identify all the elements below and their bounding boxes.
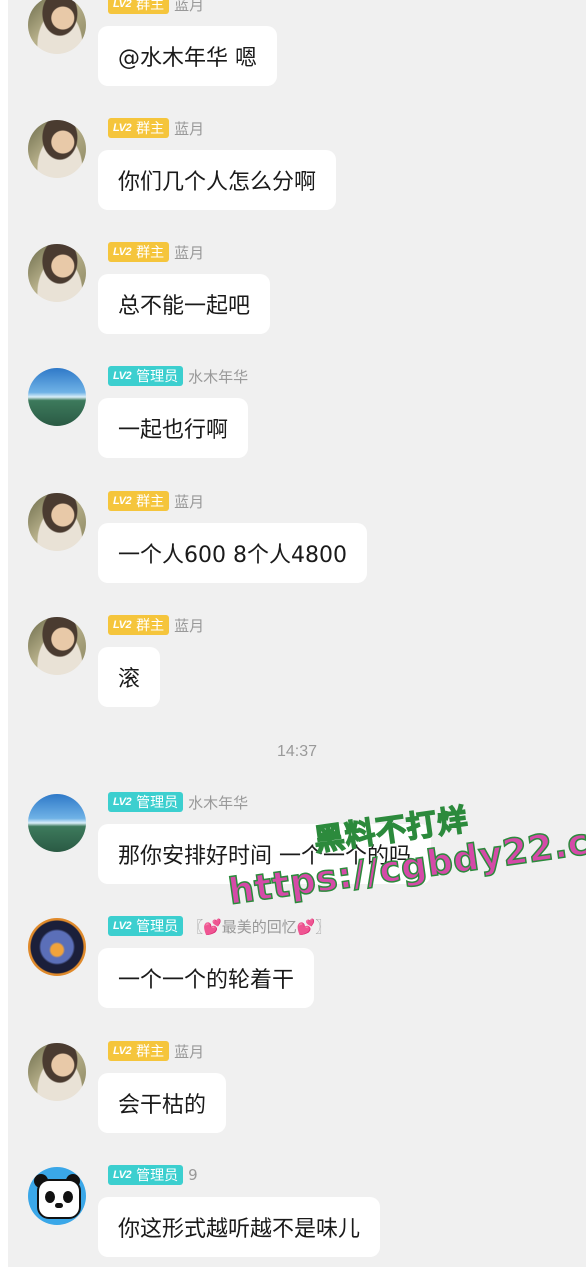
panda-eye-icon — [63, 1191, 73, 1203]
message-meta: LV2 群主 蓝月 — [108, 615, 204, 635]
role-badge-owner: LV2 群主 — [108, 118, 170, 138]
message-meta: LV2 群主 蓝月 — [108, 491, 204, 511]
sender-nickname[interactable]: 蓝月 — [174, 0, 204, 15]
message-bubble[interactable]: 一个一个的轮着干 — [98, 948, 315, 1008]
sender-nickname[interactable]: 水木年华 — [188, 792, 248, 813]
avatar-lanyue[interactable] — [28, 244, 86, 302]
message-item: LV2 管理员 水木年华 一起也行啊 — [28, 366, 578, 478]
avatar-lanyue[interactable] — [28, 617, 86, 675]
sender-nickname[interactable]: 蓝月 — [174, 1041, 204, 1062]
sender-nickname[interactable]: 蓝月 — [174, 615, 204, 636]
role-badge-admin: LV2 管理员 — [108, 792, 184, 812]
message-meta: LV2 管理员 水木年华 — [108, 792, 248, 812]
message-bubble[interactable]: 一起也行啊 — [98, 398, 249, 458]
role-badge-admin: LV2 管理员 — [108, 1165, 184, 1185]
avatar-shuimu[interactable] — [28, 368, 86, 426]
message-bubble[interactable]: 滚 — [98, 647, 161, 707]
message-item: LV2 管理员 9 你这形式越听越不是味儿 — [28, 1165, 578, 1267]
message-meta: LV2 群主 蓝月 — [108, 0, 204, 14]
avatar-lanyue[interactable] — [28, 0, 86, 54]
avatar-memory[interactable] — [28, 918, 86, 976]
message-item: LV2 群主 蓝月 @水木年华 嗯 — [28, 0, 578, 106]
message-item: LV2 群主 蓝月 你们几个人怎么分啊 — [28, 118, 578, 230]
message-bubble[interactable]: 总不能一起吧 — [98, 274, 271, 334]
sender-nickname[interactable]: 蓝月 — [174, 491, 204, 512]
role-badge-owner: LV2 群主 — [108, 1041, 170, 1061]
role-badge-owner: LV2 群主 — [108, 242, 170, 262]
message-meta: LV2 管理员 9 — [108, 1165, 198, 1185]
sender-nickname[interactable]: 9 — [188, 1166, 198, 1184]
message-meta: LV2 群主 蓝月 — [108, 118, 204, 138]
message-item: LV2 管理员 〖💕最美的回忆💕〗 一个一个的轮着干 — [28, 916, 578, 1028]
message-item: LV2 群主 蓝月 一个人600 8个人4800 — [28, 491, 578, 603]
message-meta: LV2 管理员 水木年华 — [108, 366, 248, 386]
avatar-lanyue[interactable] — [28, 493, 86, 551]
role-badge-owner: LV2 群主 — [108, 615, 170, 635]
sender-nickname[interactable]: 〖💕最美的回忆💕〗 — [188, 916, 330, 937]
sender-nickname[interactable]: 水木年华 — [188, 366, 248, 387]
panda-nose-icon — [55, 1203, 63, 1208]
message-item: LV2 管理员 水木年华 那你安排好时间 一个一个的吗 — [28, 792, 578, 904]
message-bubble[interactable]: 你这形式越听越不是味儿 — [98, 1197, 381, 1257]
avatar-lanyue[interactable] — [28, 1043, 86, 1101]
message-bubble[interactable]: 那你安排好时间 一个一个的吗 — [98, 824, 431, 884]
panda-face-icon — [37, 1179, 81, 1219]
sender-nickname[interactable]: 蓝月 — [174, 118, 204, 139]
message-item: LV2 群主 蓝月 会干枯的 — [28, 1041, 578, 1153]
message-bubble[interactable]: 会干枯的 — [98, 1073, 227, 1133]
sender-nickname[interactable]: 蓝月 — [174, 242, 204, 263]
avatar-lanyue[interactable] — [28, 120, 86, 178]
message-meta: LV2 群主 蓝月 — [108, 242, 204, 262]
message-item: LV2 群主 蓝月 总不能一起吧 — [28, 242, 578, 354]
avatar-panda-icon[interactable] — [28, 1167, 86, 1225]
role-badge-admin: LV2 管理员 — [108, 366, 184, 386]
role-badge-owner: LV2 群主 — [108, 0, 170, 14]
message-meta: LV2 群主 蓝月 — [108, 1041, 204, 1061]
message-item: LV2 群主 蓝月 滚 — [28, 615, 578, 727]
avatar-shuimu[interactable] — [28, 794, 86, 852]
message-bubble[interactable]: 一个人600 8个人4800 — [98, 523, 367, 583]
role-badge-admin: LV2 管理员 — [108, 916, 184, 936]
message-bubble[interactable]: 你们几个人怎么分啊 — [98, 150, 337, 210]
message-meta: LV2 管理员 〖💕最美的回忆💕〗 — [108, 916, 330, 936]
panda-eye-icon — [45, 1191, 55, 1203]
chat-message-list[interactable]: LV2 群主 蓝月 @水木年华 嗯 LV2 群主 蓝月 你们几个人怎么分啊 LV2 群… — [8, 0, 586, 1267]
message-bubble[interactable]: @水木年华 嗯 — [98, 26, 277, 86]
timestamp-divider: 14:37 — [276, 743, 318, 760]
role-badge-owner: LV2 群主 — [108, 491, 170, 511]
